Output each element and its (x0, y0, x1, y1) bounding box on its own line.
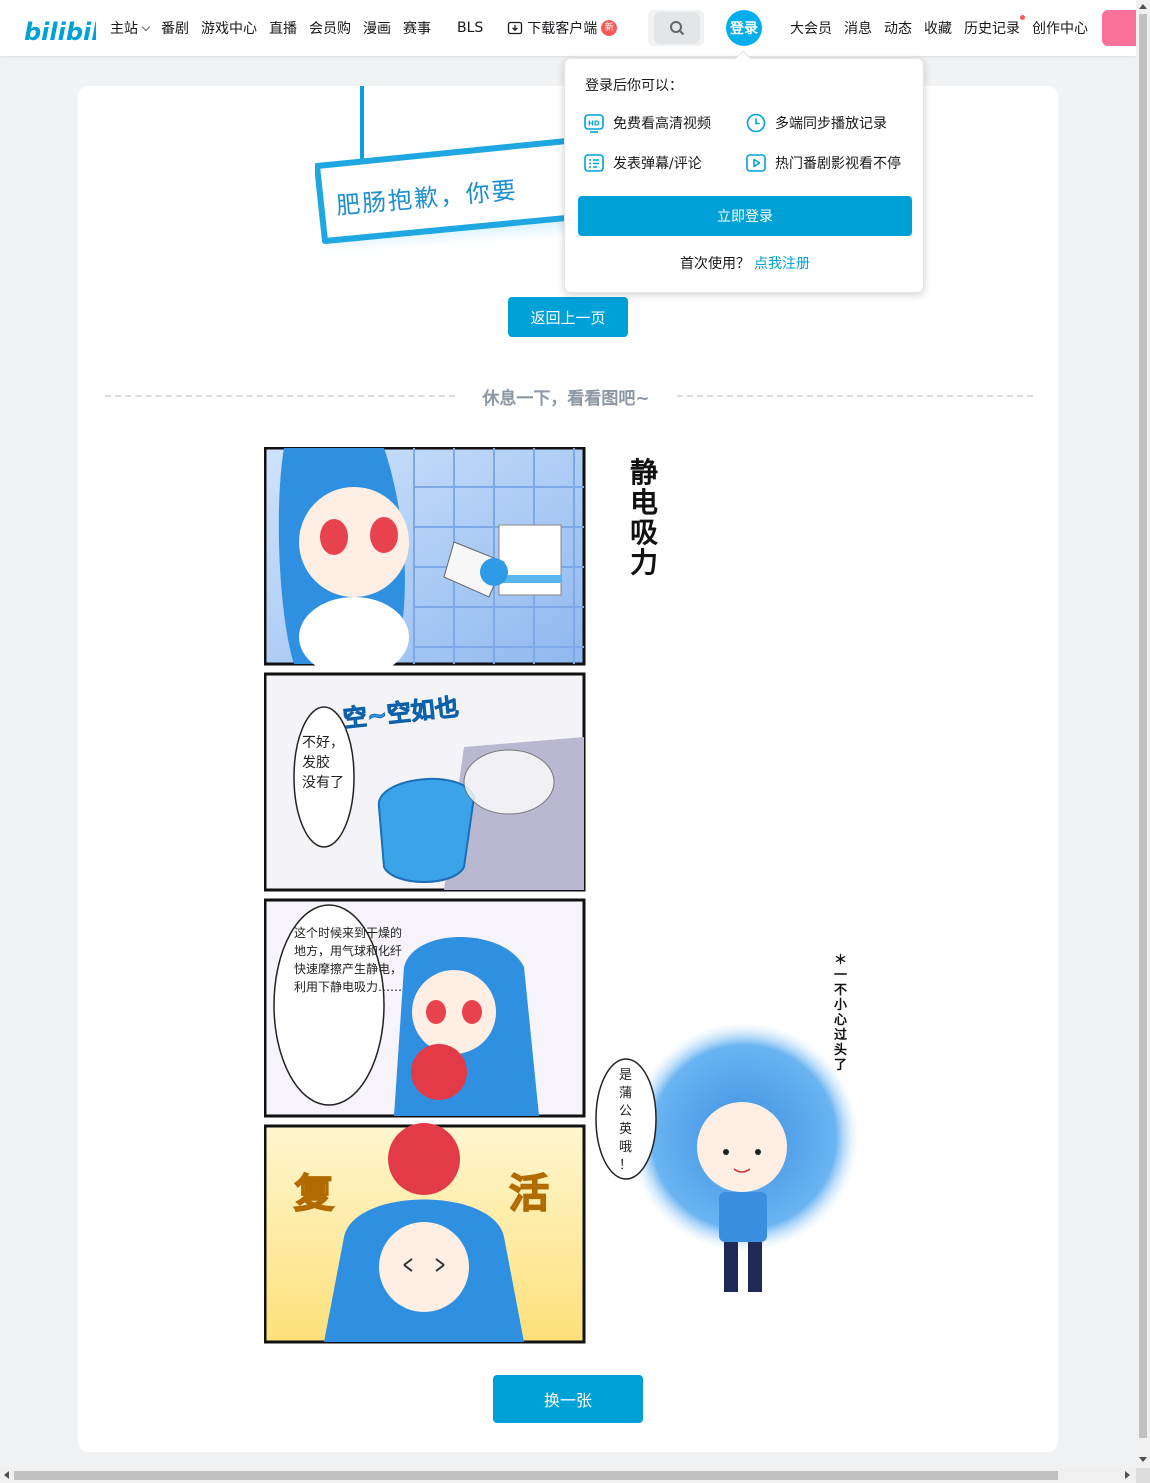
divider-line-right (677, 395, 1033, 397)
perk-hd-video-label: 免费看高清视频 (613, 116, 711, 132)
comic-panel-1 (264, 447, 586, 677)
nav-game-center[interactable]: 游戏中心 (201, 18, 257, 38)
nav-esports[interactable]: 赛事 (403, 18, 431, 38)
panel4-sfx-right: 活 (509, 1171, 549, 1217)
nav-messages[interactable]: 消息 (844, 18, 872, 38)
chevron-down-icon (141, 22, 151, 31)
vertical-scrollbar[interactable] (1136, 0, 1150, 1468)
scroll-left-arrow-icon[interactable] (4, 1471, 9, 1479)
perk-sync-history: 多端同步播放记录 (745, 112, 887, 134)
nav-favorites[interactable]: 收藏 (924, 18, 952, 38)
nav-dynamics[interactable]: 动态 (884, 18, 912, 38)
scrollbar-corner (1136, 1468, 1150, 1483)
register-prompt: 首次使用？ (680, 256, 750, 272)
clock-icon (746, 113, 766, 133)
perk-sync-history-label: 多端同步播放记录 (775, 116, 887, 132)
search-icon (670, 21, 685, 36)
popover-title: 登录后你可以： (585, 78, 683, 94)
comic-panel-2: 不好，发胶没有了 空~空如也 (264, 672, 586, 892)
login-popover: 登录后你可以： HD 免费看高清视频 多端同步播放记录 发表弹幕/评论 热门番剧… (564, 50, 925, 293)
comic-title: 静电吸力 (630, 456, 658, 579)
download-icon (508, 21, 523, 35)
nav-main-site[interactable]: 主站 (110, 18, 151, 38)
perk-hot-shows: 热门番剧影视看不停 (745, 152, 901, 174)
nav-manga[interactable]: 漫画 (363, 18, 391, 38)
download-label: 下载客户端 (527, 21, 598, 37)
back-button[interactable]: 返回上一页 (508, 297, 628, 337)
register-row: 首次使用？ 点我注册 (565, 253, 925, 273)
bilibili-logo[interactable]: bilibili (24, 12, 96, 46)
nav-bls[interactable]: BLS (457, 20, 483, 36)
nav-history-label: 历史记录 (964, 21, 1020, 37)
login-now-button[interactable]: 立即登录 (578, 196, 912, 236)
comic-panel-3: 这个时候来到干燥的地方，用气球和化纤快速摩擦产生静电，利用下静电吸力…… (264, 898, 586, 1118)
svg-text:HD: HD (588, 120, 600, 128)
top-header: bilibili 主站 番剧 游戏中心 直播 会员购 漫画 赛事 BLS 下载客… (0, 0, 1142, 56)
comic-panel-4: 复 活 (264, 1123, 586, 1344)
comic-strip: 不好，发胶没有了 空~空如也 这个时候来到干燥的地方，用气球和化纤快速摩擦产生静… (264, 447, 859, 1344)
hd-icon: HD (584, 114, 604, 133)
divider-text: 休息一下，看看图吧~ (482, 389, 650, 409)
nav-vip[interactable]: 大会员 (790, 18, 832, 38)
scroll-up-arrow-icon[interactable] (1139, 4, 1147, 9)
svg-text:bilibili: bilibili (24, 18, 96, 46)
play-icon (746, 154, 766, 172)
dandelion-character (629, 1022, 859, 1292)
user-nav: 大会员 消息 动态 收藏 历史记录 创作中心 (790, 0, 1100, 56)
search-button[interactable] (654, 12, 700, 44)
scroll-right-arrow-icon[interactable] (1125, 1471, 1130, 1479)
swap-image-button[interactable]: 换一张 (493, 1375, 643, 1423)
register-link[interactable]: 点我注册 (754, 256, 810, 272)
new-badge: 新 (601, 20, 618, 36)
nav-main-site-label: 主站 (110, 21, 138, 37)
perk-hd-video: HD 免费看高清视频 (583, 112, 711, 134)
perk-danmaku-comment: 发表弹幕/评论 (583, 152, 702, 174)
horizontal-scrollbar[interactable] (0, 1468, 1136, 1483)
nav-live[interactable]: 直播 (269, 18, 297, 38)
login-avatar-button[interactable]: 登录 (726, 10, 762, 46)
search-box[interactable] (648, 10, 704, 46)
vertical-scroll-thumb[interactable] (1139, 14, 1147, 1438)
perk-danmaku-comment-label: 发表弹幕/评论 (613, 156, 702, 172)
nav-anime[interactable]: 番剧 (161, 18, 189, 38)
panel4-sfx-left: 复 (294, 1171, 334, 1217)
section-divider: 休息一下，看看图吧~ (105, 384, 1033, 409)
nav-download-client[interactable]: 下载客户端 新 (507, 18, 618, 38)
divider-line-left (105, 395, 455, 397)
main-nav: 主站 番剧 游戏中心 直播 会员购 漫画 赛事 BLS 下载客户端 新 (110, 0, 629, 56)
nav-member-shop[interactable]: 会员购 (309, 18, 351, 38)
nav-history[interactable]: 历史记录 (964, 15, 1025, 38)
scroll-down-arrow-icon[interactable] (1139, 1457, 1147, 1462)
notification-dot (1020, 15, 1025, 20)
perk-hot-shows-label: 热门番剧影视看不停 (775, 156, 901, 172)
danmaku-icon (584, 154, 604, 172)
comic-side-note: ＊一不小心过头了 (834, 953, 847, 1073)
nav-creator-center[interactable]: 创作中心 (1032, 18, 1088, 38)
horizontal-scroll-thumb[interactable] (14, 1471, 1058, 1480)
